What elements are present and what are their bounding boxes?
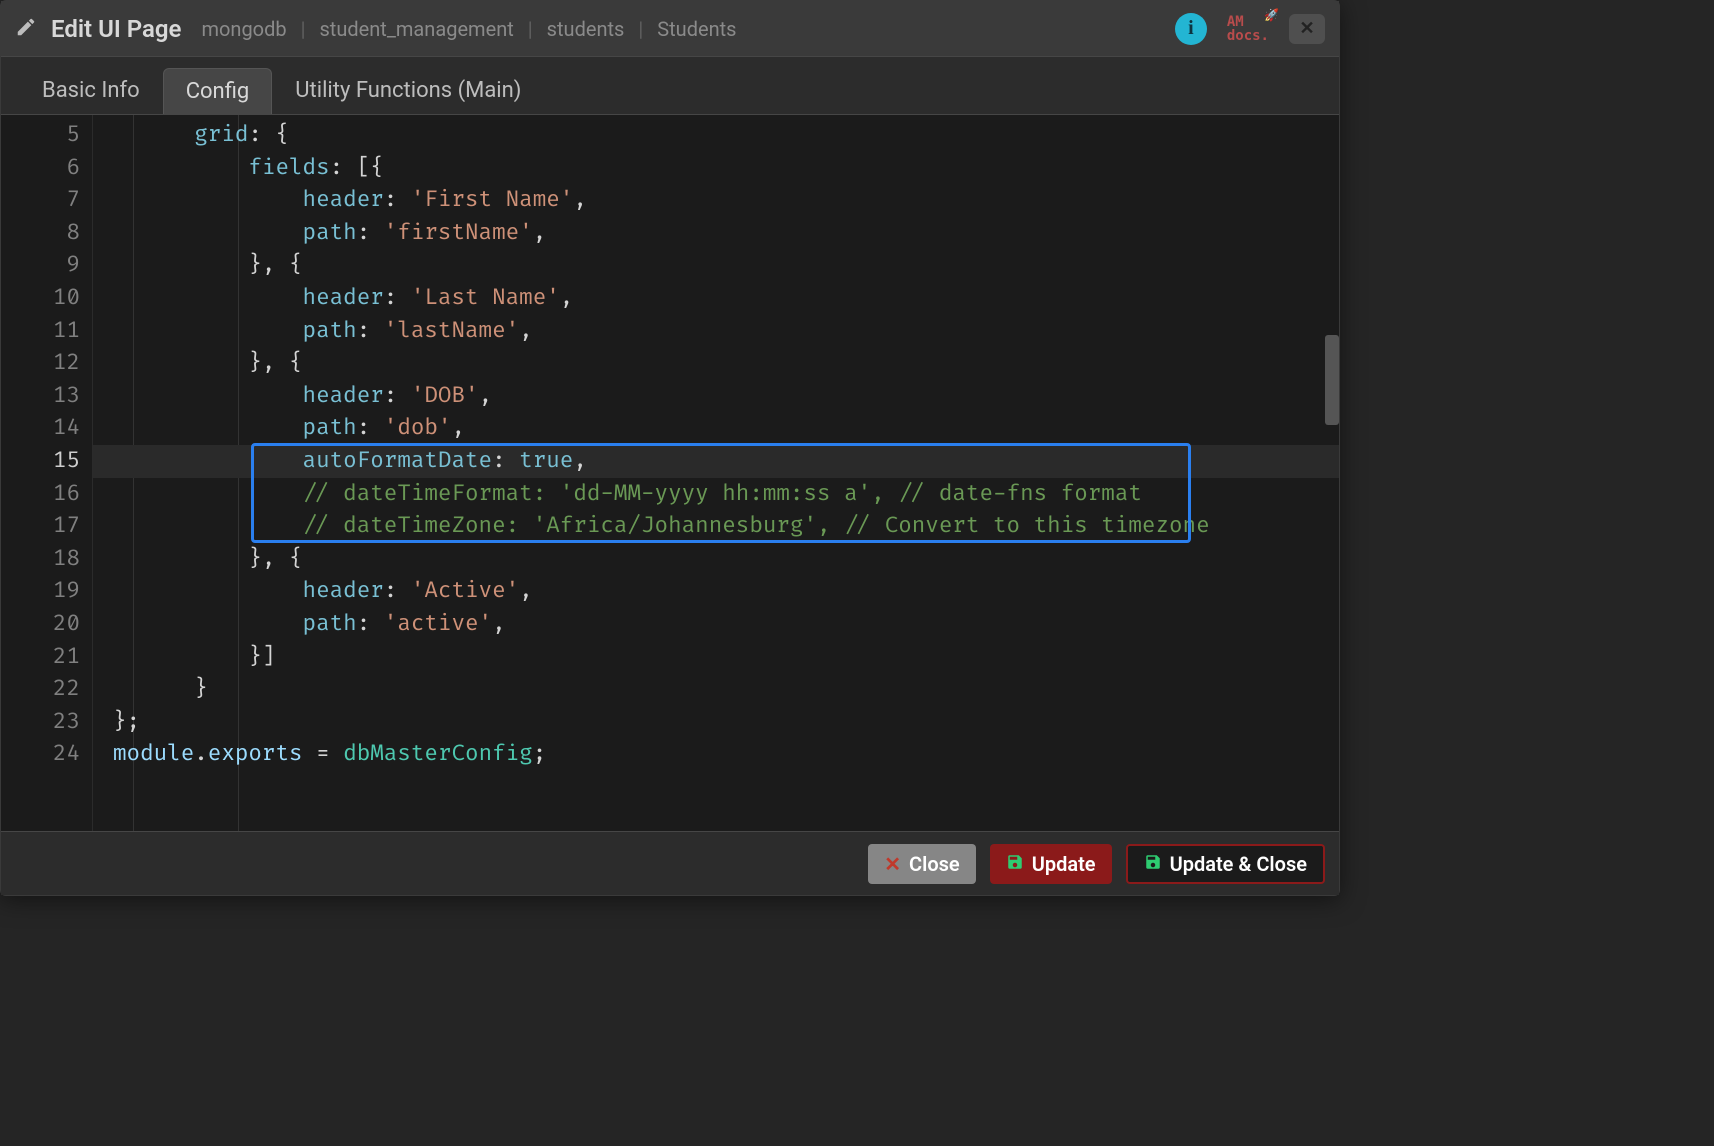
code-line[interactable]: }, { [93, 347, 1339, 380]
line-number: 9 [1, 249, 80, 282]
line-number: 14 [1, 412, 80, 445]
code-line[interactable]: }] [93, 641, 1339, 674]
scrollbar-thumb[interactable] [1325, 335, 1339, 425]
breadcrumb-item[interactable]: student_management [319, 17, 513, 41]
code-line[interactable]: autoFormatDate: true, [93, 445, 1339, 478]
pencil-icon [15, 16, 37, 42]
line-number: 21 [1, 641, 80, 674]
line-number: 18 [1, 543, 80, 576]
line-number: 20 [1, 608, 80, 641]
line-number: 17 [1, 510, 80, 543]
code-line[interactable]: fields: [{ [93, 152, 1339, 185]
line-number: 11 [1, 315, 80, 348]
update-button[interactable]: Update [990, 844, 1112, 884]
line-number: 10 [1, 282, 80, 315]
code-line[interactable]: grid: { [93, 119, 1339, 152]
line-number: 5 [1, 119, 80, 152]
code-line[interactable]: header: 'DOB', [93, 380, 1339, 413]
breadcrumb-item[interactable]: students [547, 17, 625, 41]
rocket-icon: 🚀 [1264, 9, 1279, 21]
code-line[interactable]: }, { [93, 543, 1339, 576]
docs-link[interactable]: AMdocs.🚀 [1227, 15, 1269, 43]
line-number-gutter: 56789101112131415161718192021222324 [1, 115, 93, 831]
line-number: 19 [1, 575, 80, 608]
dialog-footer: ✕ Close Update Update & Close [1, 831, 1339, 895]
line-number: 12 [1, 347, 80, 380]
save-icon [1006, 852, 1024, 876]
code-line[interactable]: path: 'firstName', [93, 217, 1339, 250]
code-line[interactable]: path: 'lastName', [93, 315, 1339, 348]
info-icon[interactable]: i [1175, 13, 1207, 45]
line-number: 8 [1, 217, 80, 250]
code-line[interactable]: path: 'dob', [93, 412, 1339, 445]
code-line[interactable]: }; [93, 706, 1339, 739]
update-and-close-button[interactable]: Update & Close [1126, 844, 1325, 884]
code-line[interactable]: header: 'Last Name', [93, 282, 1339, 315]
line-number: 7 [1, 184, 80, 217]
breadcrumb-item[interactable]: Students [657, 17, 736, 41]
line-number: 15 [1, 445, 80, 478]
code-line[interactable]: header: 'Active', [93, 575, 1339, 608]
tab-bar: Basic Info Config Utility Functions (Mai… [1, 57, 1339, 115]
line-number: 16 [1, 478, 80, 511]
code-line[interactable]: // dateTimeZone: 'Africa/Johannesburg', … [93, 510, 1339, 543]
tab-utility-functions[interactable]: Utility Functions (Main) [272, 67, 544, 114]
update-button-label: Update [1032, 852, 1096, 876]
line-number: 23 [1, 706, 80, 739]
dialog-header: Edit UI Page mongodb | student_managemen… [1, 1, 1339, 57]
code-line[interactable]: } [93, 673, 1339, 706]
code-line[interactable]: module.exports = dbMasterConfig; [93, 738, 1339, 771]
line-number: 24 [1, 738, 80, 771]
close-dialog-button[interactable]: ✕ [1289, 14, 1325, 44]
close-button-label: Close [909, 852, 960, 876]
save-icon [1144, 852, 1162, 876]
code-line[interactable]: // dateTimeFormat: 'dd-MM-yyyy hh:mm:ss … [93, 478, 1339, 511]
close-button[interactable]: ✕ Close [868, 844, 975, 884]
edit-ui-page-dialog: Edit UI Page mongodb | student_managemen… [0, 0, 1340, 896]
dialog-title: Edit UI Page [51, 15, 181, 43]
line-number: 6 [1, 152, 80, 185]
code-editor[interactable]: 56789101112131415161718192021222324 grid… [1, 115, 1339, 831]
close-icon: ✕ [884, 852, 901, 876]
line-number: 13 [1, 380, 80, 413]
code-line[interactable]: path: 'active', [93, 608, 1339, 641]
code-area[interactable]: grid: { fields: [{ header: 'First Name',… [93, 115, 1339, 831]
breadcrumb-item[interactable]: mongodb [201, 17, 286, 41]
tab-basic-info[interactable]: Basic Info [19, 67, 163, 114]
code-line[interactable]: }, { [93, 249, 1339, 282]
tab-config[interactable]: Config [163, 68, 273, 114]
code-line[interactable]: header: 'First Name', [93, 184, 1339, 217]
line-number: 22 [1, 673, 80, 706]
breadcrumb: mongodb | student_management | students … [201, 17, 736, 41]
update-close-button-label: Update & Close [1170, 852, 1307, 876]
